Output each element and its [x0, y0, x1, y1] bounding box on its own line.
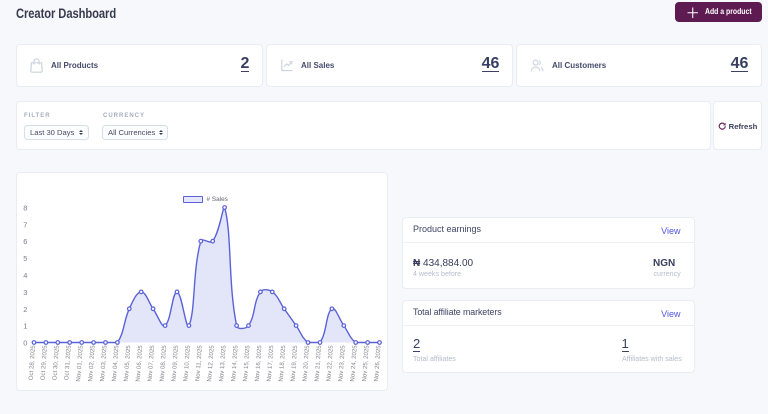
- svg-text:Nov 14, 2025: Nov 14, 2025: [230, 345, 240, 382]
- svg-text:6: 6: [23, 237, 27, 246]
- svg-text:Nov 03, 2025: Nov 03, 2025: [99, 345, 109, 382]
- svg-text:Nov 20, 2025: Nov 20, 2025: [301, 345, 311, 382]
- svg-text:8: 8: [23, 204, 27, 213]
- svg-text:Nov 04, 2025: Nov 04, 2025: [111, 345, 121, 382]
- svg-text:Nov 09, 2025: Nov 09, 2025: [170, 345, 180, 382]
- svg-text:1: 1: [23, 322, 27, 331]
- svg-text:Nov 12, 2025: Nov 12, 2025: [206, 345, 216, 382]
- svg-text:Oct 31, 2025: Oct 31, 2025: [63, 345, 72, 381]
- svg-text:Nov 10, 2025: Nov 10, 2025: [182, 345, 192, 382]
- svg-text:Nov 07, 2025: Nov 07, 2025: [147, 345, 157, 382]
- svg-text:Nov 24, 2025: Nov 24, 2025: [349, 345, 359, 382]
- svg-text:Nov 25, 2025: Nov 25, 2025: [361, 345, 371, 382]
- svg-text:Nov 05, 2025: Nov 05, 2025: [123, 345, 133, 382]
- svg-text:Nov 02, 2025: Nov 02, 2025: [87, 345, 97, 382]
- svg-text:Oct 28, 2025: Oct 28, 2025: [28, 345, 37, 381]
- svg-text:Nov 13, 2025: Nov 13, 2025: [218, 345, 228, 382]
- svg-text:7: 7: [23, 220, 27, 229]
- svg-text:Nov 06, 2025: Nov 06, 2025: [135, 345, 145, 382]
- svg-text:Oct 30, 2025: Oct 30, 2025: [51, 345, 60, 381]
- svg-text:5: 5: [23, 254, 27, 263]
- svg-text:Nov 08, 2025: Nov 08, 2025: [159, 345, 169, 382]
- svg-text:Nov 16, 2025: Nov 16, 2025: [254, 345, 264, 382]
- svg-text:Nov 26, 2025: Nov 26, 2025: [373, 345, 383, 382]
- svg-text:Nov 19, 2025: Nov 19, 2025: [290, 345, 300, 382]
- svg-text:Nov 17, 2025: Nov 17, 2025: [266, 345, 276, 382]
- svg-text:Oct 29, 2025: Oct 29, 2025: [39, 345, 48, 381]
- svg-text:Nov 23, 2025: Nov 23, 2025: [337, 345, 347, 382]
- svg-text:2: 2: [23, 305, 27, 314]
- svg-text:Nov 22, 2025: Nov 22, 2025: [325, 345, 335, 382]
- svg-text:Nov 15, 2025: Nov 15, 2025: [242, 345, 252, 382]
- svg-text:Nov 01, 2025: Nov 01, 2025: [75, 345, 85, 382]
- svg-text:Nov 21, 2025: Nov 21, 2025: [313, 345, 323, 382]
- svg-text:4: 4: [23, 271, 27, 280]
- svg-text:0: 0: [23, 339, 27, 348]
- svg-text:Nov 18, 2025: Nov 18, 2025: [278, 345, 288, 382]
- svg-text:Nov 11, 2025: Nov 11, 2025: [194, 345, 204, 382]
- svg-text:3: 3: [23, 288, 27, 297]
